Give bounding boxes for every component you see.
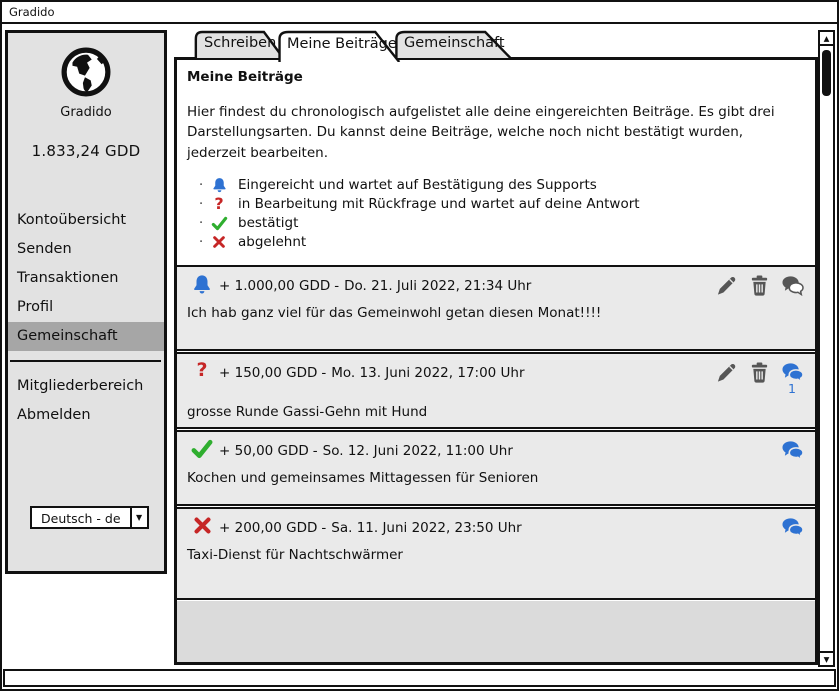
x-icon	[185, 514, 219, 535]
language-dropdown[interactable]: Deutsch - de ▼	[30, 506, 149, 529]
contribution-card-2[interactable]: ? + 150,00 GDD-Mo. 13. Juni 2022, 17:00 …	[177, 352, 815, 429]
edit-icon[interactable]	[715, 275, 737, 296]
card-memo: Taxi-Dienst für Nachtschwärmer	[187, 547, 805, 563]
question-icon: ?	[209, 196, 229, 212]
scrollbar-thumb[interactable]	[822, 50, 831, 96]
bullet: ·	[199, 178, 209, 193]
sidebar: Gradido 1.833,24 GDD Kontoübersicht Send…	[5, 30, 167, 574]
sidebar-item-abmelden[interactable]: Abmelden	[8, 401, 164, 430]
contribution-card-3[interactable]: + 50,00 GDD-So. 12. Juni 2022, 11:00 Uhr	[177, 430, 815, 506]
page-description: Hier findest du chronologisch aufgeliste…	[187, 102, 791, 163]
page-title: Meine Beiträge	[187, 69, 801, 85]
contribution-card-1[interactable]: + 1.000,00 GDD-Do. 21. Juli 2022, 21:34 …	[177, 265, 815, 351]
card-datetime: Sa. 11. Juni 2022, 23:50 Uhr	[331, 520, 521, 536]
card-amount: + 200,00 GDD	[219, 520, 317, 536]
sidebar-item-mitgliederbereich[interactable]: Mitgliederbereich	[8, 372, 164, 401]
tab-bar: Schreiben Meine Beiträge Gemeinschaft	[194, 30, 505, 62]
bullet: ·	[199, 216, 209, 231]
sidebar-menu: Kontoübersicht Senden Transaktionen Prof…	[8, 206, 164, 430]
dropdown-arrow-icon[interactable]: ▼	[130, 508, 147, 527]
tab-schreiben[interactable]: Schreiben	[194, 30, 286, 58]
sidebar-divider	[10, 360, 161, 362]
legend-item-bestaetigt: · bestätigt	[199, 214, 801, 233]
bottom-status-bar	[3, 669, 836, 687]
edit-icon[interactable]	[715, 362, 737, 396]
globe-logo-wrap	[8, 47, 164, 101]
tab-label: Gemeinschaft	[394, 30, 514, 51]
bullet: ·	[199, 235, 209, 250]
card-title: + 150,00 GDD-Mo. 13. Juni 2022, 17:00 Uh…	[219, 359, 525, 381]
content-panel: Meine Beiträge Hier findest du chronolog…	[174, 57, 818, 665]
card-title: + 200,00 GDD-Sa. 11. Juni 2022, 23:50 Uh…	[219, 514, 522, 536]
legend-text: bestätigt	[238, 215, 298, 231]
trash-icon[interactable]	[748, 275, 770, 296]
legend-text: in Bearbeitung mit Rückfrage und wartet …	[238, 196, 640, 212]
scroll-up-button[interactable]: ▲	[820, 32, 833, 46]
panel-intro: Meine Beiträge Hier findest du chronolog…	[177, 60, 815, 258]
title-bar: Gradido	[2, 2, 837, 24]
chat-icon[interactable]	[781, 440, 803, 461]
trash-icon[interactable]	[748, 362, 770, 396]
x-icon	[209, 235, 229, 249]
main-area: Gradido 1.833,24 GDD Kontoübersicht Send…	[2, 26, 837, 667]
card-amount: + 150,00 GDD	[219, 365, 317, 381]
bell-icon	[209, 177, 229, 194]
sidebar-item-senden[interactable]: Senden	[8, 235, 164, 264]
card-amount: + 1.000,00 GDD	[219, 278, 330, 294]
legend-item-abgelehnt: · abgelehnt	[199, 233, 801, 252]
scroll-down-button[interactable]: ▼	[820, 651, 833, 665]
chat-icon[interactable]: 1	[781, 362, 803, 396]
card-title: + 1.000,00 GDD-Do. 21. Juli 2022, 21:34 …	[219, 272, 531, 294]
contribution-list: + 1.000,00 GDD-Do. 21. Juli 2022, 21:34 …	[177, 265, 815, 601]
tab-meine-beitraege[interactable]: Meine Beiträge	[277, 30, 403, 62]
globe-icon	[61, 47, 111, 101]
check-icon	[185, 437, 219, 459]
tab-label: Meine Beiträge	[277, 30, 403, 52]
card-datetime: Mo. 13. Juni 2022, 17:00 Uhr	[331, 365, 524, 381]
check-icon	[209, 216, 229, 231]
card-memo: Kochen und gemeinsames Mittagessen für S…	[187, 470, 805, 486]
vertical-scrollbar[interactable]: ▲ ▼	[818, 30, 835, 667]
question-icon: ?	[185, 359, 219, 380]
sidebar-item-transaktionen[interactable]: Transaktionen	[8, 264, 164, 293]
bullet: ·	[199, 197, 209, 212]
sidebar-item-gemeinschaft[interactable]: Gemeinschaft	[8, 322, 164, 351]
legend-item-in-bearbeitung: · ? in Bearbeitung mit Rückfrage und war…	[199, 195, 801, 214]
account-balance: 1.833,24 GDD	[8, 142, 164, 160]
legend-text: abgelehnt	[238, 234, 306, 250]
card-memo: grosse Runde Gassi-Gehn mit Hund	[187, 404, 805, 420]
status-legend: · Eingereicht und wartet auf Bestätigung…	[199, 176, 801, 252]
card-amount: + 50,00 GDD	[219, 443, 309, 459]
card-datetime: Do. 21. Juli 2022, 21:34 Uhr	[344, 278, 531, 294]
brand-label: Gradido	[8, 105, 164, 120]
legend-text: Eingereicht und wartet auf Bestätigung d…	[238, 177, 597, 193]
chat-icon[interactable]	[781, 275, 803, 296]
sidebar-item-profil[interactable]: Profil	[8, 293, 164, 322]
panel-filler	[177, 601, 815, 662]
language-dropdown-value: Deutsch - de	[32, 508, 130, 527]
tab-label: Schreiben	[194, 30, 286, 51]
legend-item-eingereicht: · Eingereicht und wartet auf Bestätigung…	[199, 176, 801, 195]
app-window: Gradido Gradido 1.833,24 GDD Kontoü	[0, 0, 839, 691]
comment-count-badge: 1	[788, 383, 796, 396]
sidebar-item-kontouebersicht[interactable]: Kontoübersicht	[8, 206, 164, 235]
tab-gemeinschaft[interactable]: Gemeinschaft	[394, 30, 514, 58]
card-datetime: So. 12. Juni 2022, 11:00 Uhr	[323, 443, 513, 459]
chat-icon[interactable]	[781, 517, 803, 538]
card-title: + 50,00 GDD-So. 12. Juni 2022, 11:00 Uhr	[219, 437, 513, 459]
contribution-card-4[interactable]: + 200,00 GDD-Sa. 11. Juni 2022, 23:50 Uh…	[177, 507, 815, 600]
bell-icon	[185, 272, 219, 296]
card-memo: Ich hab ganz viel für das Gemeinwohl get…	[187, 305, 805, 321]
window-title: Gradido	[9, 5, 55, 19]
